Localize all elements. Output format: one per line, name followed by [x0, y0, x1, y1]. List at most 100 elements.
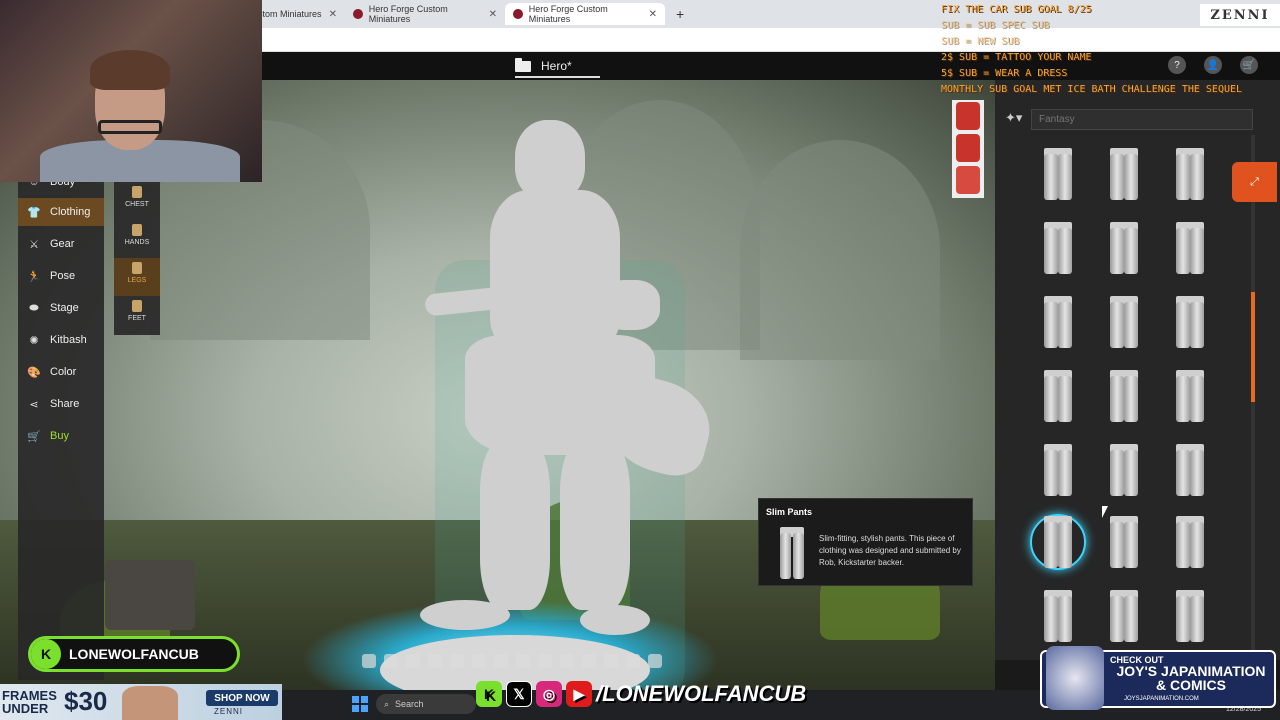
- nav-item-color[interactable]: 🎨 Color: [18, 358, 104, 386]
- windows-start-icon[interactable]: [352, 696, 368, 712]
- kitbash-icon: ✺: [29, 334, 39, 347]
- channel-banner-name: /LONEWOLFANCUB: [596, 681, 807, 706]
- expand-panel-button[interactable]: ⤢: [1232, 162, 1277, 202]
- instagram-icon: ◎: [536, 681, 562, 707]
- pants-thumbnail[interactable]: [1168, 148, 1212, 204]
- pants-thumbnail[interactable]: [1168, 370, 1212, 426]
- pants-thumbnail[interactable]: [1168, 590, 1212, 646]
- sub-item-legs[interactable]: LEGS: [114, 258, 160, 296]
- pants-thumbnail[interactable]: [1036, 148, 1080, 204]
- channel-banner: K 𝕏 ◎ ▶ /LONEWOLFANCUB: [476, 678, 816, 710]
- color-swatch[interactable]: [956, 134, 980, 162]
- sub-item-feet[interactable]: FEET: [114, 296, 160, 334]
- sub-item-label: CHEST: [125, 201, 149, 208]
- pants-thumbnail[interactable]: [1036, 222, 1080, 278]
- photo-icon[interactable]: [538, 654, 552, 668]
- taskbar-search[interactable]: ⌕ Search: [376, 694, 476, 714]
- miniature-torso[interactable]: [490, 190, 620, 350]
- close-icon[interactable]: ✕: [649, 9, 657, 20]
- pants-thumbnail[interactable]: [1168, 516, 1212, 572]
- pants-thumbnail[interactable]: [1168, 222, 1212, 278]
- discord-icon[interactable]: [450, 654, 464, 668]
- nav-item-kitbash[interactable]: ✺ Kitbash: [18, 326, 104, 354]
- reddit-icon[interactable]: [472, 654, 486, 668]
- miniature-leg-left[interactable]: [480, 440, 550, 610]
- pants-thumbnail[interactable]: [1102, 590, 1146, 646]
- miniature-foot-right[interactable]: [580, 605, 650, 635]
- pants-thumbnail[interactable]: [1102, 148, 1146, 204]
- pants-thumbnail[interactable]: [1168, 296, 1212, 352]
- browser-tab[interactable]: Hero Forge Custom Miniatures ✕: [345, 3, 505, 25]
- scrollbar-thumb[interactable]: [1251, 292, 1255, 402]
- nav-item-label: Kitbash: [50, 334, 87, 346]
- nav-item-label: Clothing: [50, 206, 91, 218]
- miniature-arm-right[interactable]: [600, 280, 660, 330]
- zenni-logo: ZENNI: [1200, 4, 1280, 26]
- share-icon[interactable]: [604, 654, 618, 668]
- heroforge-favicon-icon: [353, 9, 363, 19]
- tooltip-pants-image: [777, 527, 807, 579]
- kick-icon[interactable]: [648, 654, 662, 668]
- pants-thumbnail[interactable]: [1102, 370, 1146, 426]
- nav-item-clothing[interactable]: 👕 Clothing: [18, 198, 104, 226]
- sparkle-icon[interactable]: [560, 654, 574, 668]
- channel-badge: K LONEWOLFANCUB: [28, 636, 240, 672]
- pants-thumbnail[interactable]: [1102, 444, 1146, 500]
- youtube-icon[interactable]: [428, 654, 442, 668]
- color-swatch-strip[interactable]: [952, 100, 984, 198]
- filter-sparkle-icon[interactable]: ✦▾: [1005, 110, 1029, 128]
- sub-goal-line: SUB = NEW SUB: [941, 36, 1020, 47]
- social-icon[interactable]: [362, 654, 376, 668]
- nav-item-buy[interactable]: 🛒 Buy: [18, 422, 104, 450]
- color-swatch[interactable]: [956, 102, 980, 130]
- miniature-head[interactable]: [515, 120, 585, 200]
- gift-icon[interactable]: [626, 654, 640, 668]
- webcam-hair: [90, 50, 170, 90]
- pants-thumbnail[interactable]: [1036, 296, 1080, 352]
- pants-thumbnail[interactable]: [1102, 516, 1146, 572]
- nav-item-share[interactable]: ⋖ Share: [18, 390, 104, 418]
- miniature-leg-right[interactable]: [560, 440, 630, 610]
- instagram-icon[interactable]: [406, 654, 420, 668]
- nav-item-gear[interactable]: ⚔ Gear: [18, 230, 104, 258]
- sub-item-hands[interactable]: HANDS: [114, 220, 160, 258]
- close-icon[interactable]: ✕: [489, 9, 497, 20]
- browser-tab-active[interactable]: Hero Forge Custom Miniatures ✕: [505, 3, 665, 25]
- hero-title-tab[interactable]: Hero*: [515, 56, 600, 78]
- pants-thumbnail[interactable]: [1036, 370, 1080, 426]
- browser-tab[interactable]: stom Miniatures ✕: [250, 3, 345, 25]
- sub-item-label: HANDS: [124, 239, 150, 246]
- shop-now-button[interactable]: SHOP NOW: [206, 690, 278, 706]
- pose-icon: 🏃: [27, 270, 41, 283]
- search-icon: ⌕: [384, 698, 390, 709]
- pants-thumbnail[interactable]: [1036, 444, 1080, 500]
- gear-icon[interactable]: [582, 654, 596, 668]
- sub-item-label: FEET: [128, 315, 146, 322]
- color-swatch[interactable]: [956, 166, 980, 194]
- pants-thumbnail[interactable]: [1102, 222, 1146, 278]
- nav-item-stage[interactable]: ⬬ Stage: [18, 294, 104, 322]
- calendar-icon[interactable]: [516, 654, 530, 668]
- sub-goal-line: 2$ SUB = TATTOO YOUR NAME: [941, 52, 1092, 63]
- miniature-foot-left[interactable]: [420, 600, 510, 630]
- filter-input[interactable]: [1031, 109, 1253, 130]
- pants-thumbnail[interactable]: [1036, 590, 1080, 646]
- nav-item-label: Pose: [50, 270, 76, 282]
- sub-item-chest[interactable]: CHEST: [114, 182, 160, 220]
- twitch-icon[interactable]: [494, 654, 508, 668]
- search-label: Search: [395, 699, 424, 709]
- social-icons-bar: [362, 650, 742, 672]
- pants-icon: [132, 262, 142, 274]
- butterfly-icon[interactable]: [384, 654, 398, 668]
- nav-item-pose[interactable]: 🏃 Pose: [18, 262, 104, 290]
- promo-character-image: [1046, 646, 1104, 710]
- pants-thumbnail[interactable]: [1102, 296, 1146, 352]
- tab-title: Hero Forge Custom Miniatures: [528, 4, 608, 24]
- new-tab-button[interactable]: +: [668, 3, 688, 25]
- pants-thumbnail[interactable]: [1168, 444, 1212, 500]
- close-icon[interactable]: ✕: [329, 9, 337, 20]
- pants-thumbnail[interactable]: [1036, 516, 1080, 572]
- glasses-icon: [98, 120, 162, 134]
- kick-icon: K: [476, 681, 502, 707]
- clothing-sub-nav: CHEST HANDS LEGS FEET: [114, 182, 160, 335]
